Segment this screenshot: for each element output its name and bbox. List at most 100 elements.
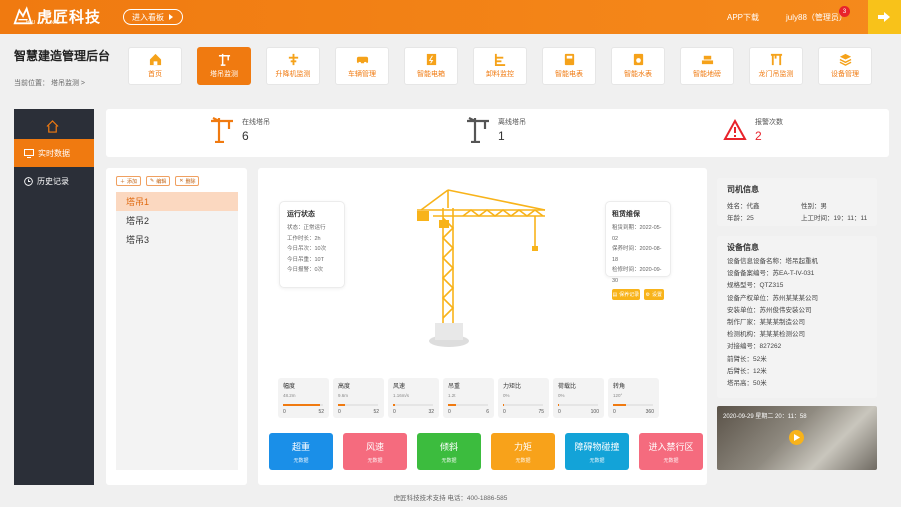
- maintenance-record-button[interactable]: ▤ 保养记录: [612, 289, 640, 300]
- clock-icon: [24, 176, 33, 186]
- gauge-max: 75: [538, 409, 544, 415]
- logout-icon: [878, 12, 890, 22]
- nav-unloading[interactable]: 卸料监控: [473, 47, 527, 85]
- play-icon: [793, 434, 800, 441]
- gauge-label: 高度: [338, 384, 351, 390]
- stat-value: 1: [498, 129, 505, 143]
- crane-list-panel: ＋添加 ✎ 编辑 ✕ 删除 塔吊1 塔吊2 塔吊3: [106, 168, 247, 485]
- nav-label: 龙门吊监测: [758, 71, 794, 78]
- alert-collision[interactable]: 障碍物碰撞 无数据: [565, 433, 629, 470]
- crane-detail-panel: 运行状态 状态：正常运行 工作时长：2h 今日吊次：10次 今日吊重：10T 今…: [258, 168, 707, 485]
- edit-button[interactable]: ✎ 编辑: [146, 176, 171, 186]
- gauge-max: 6: [486, 409, 489, 415]
- stat-value: 6: [242, 129, 249, 143]
- sidebar-item-history[interactable]: 历史记录: [14, 167, 94, 195]
- nav-label: 车辆管理: [348, 71, 376, 78]
- gauge-fill: [338, 404, 346, 406]
- nav-label: 设备管理: [831, 71, 859, 78]
- alert-sub: 无数据: [663, 457, 679, 464]
- list-item[interactable]: 塔吊3: [116, 230, 238, 249]
- gauge-max: 100: [590, 409, 599, 415]
- footer: 虎匠科技技术支持 电话：400-1886-585: [393, 495, 508, 502]
- device-line: 塔吊高：50米: [727, 380, 767, 388]
- alert-overweight[interactable]: 超重 无数据: [269, 433, 333, 470]
- gear-icon: ⚙: [645, 291, 651, 298]
- device-line: 安装单位：苏州俊伟安装公司: [727, 306, 812, 314]
- list-item[interactable]: 塔吊2: [116, 211, 238, 230]
- gauge-label: 幅度: [283, 384, 296, 390]
- nav-label: 首页: [148, 71, 162, 78]
- device-line: 后臂长：12米: [727, 367, 767, 375]
- list-item[interactable]: 塔吊1: [116, 192, 238, 211]
- nav-scale[interactable]: 智能地磅: [680, 47, 734, 85]
- maintenance-title: 租赁维保: [612, 211, 640, 218]
- user-menu[interactable]: july88（管理员）: [786, 12, 847, 23]
- delete-icon: ✕: [179, 178, 184, 184]
- gauge-bar: [393, 404, 433, 406]
- video-timestamp: 2020-09-29 星期二 20：11：58: [723, 414, 807, 420]
- logout-button[interactable]: [868, 0, 901, 34]
- alert-tilt[interactable]: 倾斜 无数据: [417, 433, 481, 470]
- maintenance-line: 租赁到期：2022-05-02: [612, 225, 662, 242]
- nav-gantry[interactable]: 龙门吊监测: [749, 47, 803, 85]
- delete-button[interactable]: ✕ 删除: [175, 176, 200, 186]
- gauge-min: 0: [338, 409, 341, 415]
- gauge-bar: [338, 404, 378, 406]
- add-icon: ＋: [120, 178, 126, 185]
- delete-label: 删除: [185, 178, 196, 185]
- gauge-bar: [558, 404, 598, 406]
- alert-moment[interactable]: 力矩 无数据: [491, 433, 555, 470]
- gauge-bar: [613, 404, 653, 406]
- alert-restricted-zone[interactable]: 进入禁行区 无数据: [639, 433, 703, 470]
- device-line: 前臂长：52米: [727, 355, 767, 363]
- sidebar-item-realtime[interactable]: 实时数据: [14, 139, 94, 167]
- nav-device-mgmt[interactable]: 设备管理: [818, 47, 872, 85]
- gauge-max: 32: [428, 409, 434, 415]
- edit-label: 编辑: [156, 178, 167, 185]
- alert-sub: 无数据: [293, 457, 309, 464]
- sidebar-item-label: 历史记录: [37, 176, 69, 186]
- maintenance-line: 检修时间：2020-09-30: [612, 267, 662, 284]
- settings-button[interactable]: ⚙ 设置: [643, 289, 664, 300]
- device-line: 设备备案编号：苏EA-T-IV-031: [727, 270, 815, 278]
- home-outline-icon[interactable]: [46, 120, 59, 133]
- alert-sub: 无数据: [515, 457, 531, 464]
- nav-water-meter[interactable]: 智能水表: [611, 47, 665, 85]
- nav-label: 卸料监控: [486, 71, 514, 78]
- nav-tower-crane[interactable]: 塔吊监测: [197, 47, 251, 85]
- device-line: 规格型号：QTZ315: [727, 282, 784, 290]
- settings-label: 设置: [652, 292, 663, 298]
- run-status-card: 运行状态 状态：正常运行 工作时长：2h 今日吊次：10次 今日吊重：10T 今…: [279, 201, 345, 288]
- notification-badge[interactable]: 3: [839, 6, 850, 17]
- add-button[interactable]: ＋添加: [116, 176, 142, 186]
- alert-wind[interactable]: 风速 无数据: [343, 433, 407, 470]
- nav-home[interactable]: 首页: [128, 47, 182, 85]
- enter-board-button[interactable]: 进入看板: [123, 9, 183, 25]
- gauge-value: 48.2m: [283, 393, 296, 398]
- power-box-icon: [426, 53, 436, 66]
- nav-vehicle[interactable]: 车辆管理: [335, 47, 389, 85]
- meter-icon: [564, 53, 574, 66]
- app-download-link[interactable]: APP下载: [727, 12, 759, 23]
- gauge-min: 0: [393, 409, 396, 415]
- device-line: 对接编号：827262: [727, 343, 782, 351]
- device-line: 设备信息设备名称：塔吊起重机: [727, 258, 818, 265]
- gauge-rotation: 转角 120° 0 360: [608, 378, 659, 418]
- nav-elevator[interactable]: 升降机监测: [266, 47, 320, 85]
- enter-board-label: 进入看板: [132, 12, 164, 22]
- stat-label: 离线塔吊: [498, 119, 526, 126]
- offline-crane-icon: [467, 117, 489, 143]
- nav-meter[interactable]: 智能电表: [542, 47, 596, 85]
- play-button[interactable]: [789, 430, 804, 445]
- tower-crane-illustration: [417, 189, 546, 347]
- run-status-line: 状态：正常运行: [287, 225, 326, 231]
- car-icon: [356, 56, 368, 65]
- run-status-line: 今日吊次：10次: [287, 246, 327, 252]
- stat-label: 报警次数: [755, 119, 783, 126]
- stat-alarms: 报警次数 2: [723, 117, 783, 143]
- gauge-min: 0: [283, 409, 286, 415]
- top-bar: 虎匠科技 HUJIANG 进入看板 APP下载 july88（管理员） 3: [0, 0, 901, 34]
- record-icon: ▤: [612, 291, 618, 298]
- video-feed[interactable]: 2020-09-29 星期二 20：11：58: [717, 406, 877, 470]
- nav-power-box[interactable]: 智能电箱: [404, 47, 458, 85]
